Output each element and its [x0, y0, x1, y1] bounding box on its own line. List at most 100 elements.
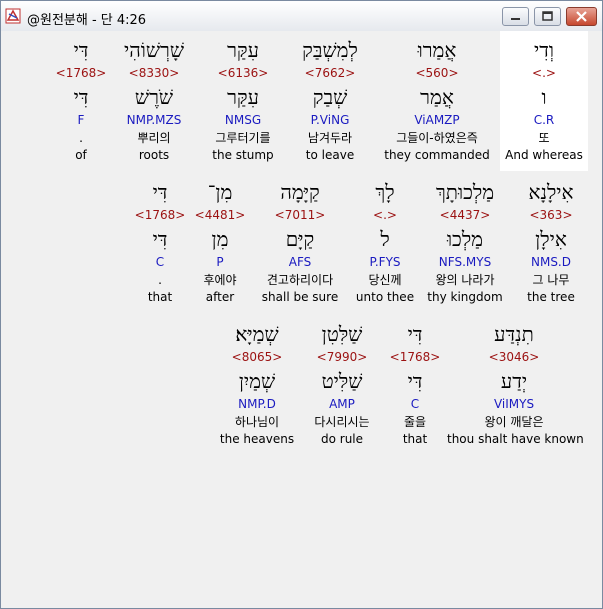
maximize-icon [542, 11, 553, 21]
hebrew-word: לְמִשְׁבַּק [302, 38, 358, 62]
hebrew-word: אֲמַרוּ [417, 38, 457, 62]
korean-gloss: 남겨두라 [307, 131, 353, 145]
strong-number: <.> [532, 66, 556, 80]
parsing-code: F [77, 113, 85, 127]
korean-gloss: . [158, 273, 162, 287]
english-gloss: shall be sure [261, 290, 339, 304]
english-gloss: that [147, 290, 173, 304]
lexical-form: דִּי [152, 227, 168, 251]
english-gloss: that [402, 432, 428, 446]
hebrew-word: דִּי [73, 38, 89, 62]
korean-gloss: 그들이-하였은즉 [396, 131, 478, 145]
verse-analysis-area: וְדִי <.> ו C.R 또 And whereas אֲמַרוּ <5… [2, 31, 602, 608]
korean-gloss: 하나님이 [234, 415, 280, 429]
hebrew-word: תִנְדַּע [494, 322, 534, 346]
word-cell[interactable]: עִקַּר <6136> עִקַּר NMSG 그루터기를 the stum… [202, 38, 284, 162]
word-cell[interactable]: לָךְ <.> ל P.FYS 당신께 unto thee [352, 180, 418, 304]
parsing-code: NMSG [224, 113, 262, 127]
hebrew-word: שְׁמַיָּא׃ [235, 322, 279, 346]
english-gloss: the tree [527, 290, 575, 304]
parsing-code: ViAMZP [414, 113, 460, 127]
word-cell[interactable]: שָׁרְשׁוֹהִי <8330> שֹׁרֶשׁ NMP.MZS 뿌리의 … [114, 38, 194, 162]
strong-number: <7011> [274, 208, 326, 222]
korean-gloss: 그루터기를 [215, 131, 271, 145]
word-cell[interactable]: דִּי <1768> דִּי C . that [134, 180, 186, 304]
english-gloss: to leave [305, 148, 355, 162]
lexical-form: יְדַע [500, 369, 528, 393]
korean-gloss: . [79, 131, 83, 145]
hebrew-word: קַיָּמָה [280, 180, 320, 204]
hebrew-word: עִקַּר [227, 38, 259, 62]
word-cell[interactable]: שַׁלִּטִן <7990> שַׁלִּיט AMP 다시리시는 do r… [300, 322, 384, 446]
lexical-form: שֹׁרֶשׁ [134, 85, 174, 109]
minimize-icon [511, 18, 520, 20]
parsing-code: NMP.D [238, 397, 276, 411]
english-gloss: unto thee [355, 290, 415, 304]
english-gloss: the stump [212, 148, 274, 162]
close-button[interactable] [566, 7, 597, 26]
parsing-code: C [155, 255, 165, 269]
lexical-form: שְׁבַק [312, 85, 348, 109]
korean-gloss: 줄을 [403, 415, 427, 429]
lexical-form: אֲמַר [420, 85, 454, 109]
korean-gloss: 그 나무 [532, 273, 570, 287]
parsing-code: P [216, 255, 224, 269]
title-bar[interactable]: @원전분해 - 단 4:26 [1, 1, 602, 31]
minimize-button[interactable] [502, 7, 529, 26]
strong-number: <7990> [316, 350, 368, 364]
korean-gloss: 당신께 [368, 273, 402, 287]
parsing-code: NMP.MZS [126, 113, 182, 127]
word-cell[interactable]: מִן־ <4481> מִן P 후에야 after [192, 180, 248, 304]
english-gloss: of [75, 148, 87, 162]
lexical-form: קַיָּם [285, 227, 315, 251]
korean-gloss: 뿌리의 [137, 131, 171, 145]
window-title: @원전분해 - 단 4:26 [27, 13, 147, 28]
korean-gloss: 견고하리이다 [266, 273, 334, 287]
strong-number: <1768> [134, 208, 186, 222]
parsing-code: C.R [533, 113, 555, 127]
parsing-code: AMP [329, 397, 355, 411]
lexical-form: שַׁלִּיט [321, 369, 363, 393]
strong-number: <560> [415, 66, 459, 80]
word-cell[interactable]: תִנְדַּע <3046> יְדַע ViIMYS 왕이 깨달은 thou… [447, 322, 584, 446]
app-window: @원전분해 - 단 4:26 וְדִי <.> ו C.R 또 And whe… [0, 0, 603, 609]
english-gloss: they commanded [384, 148, 490, 162]
word-cell[interactable]: קַיָּמָה <7011> קַיָּם AFS 견고하리이다 shall … [252, 180, 348, 304]
lexical-form: דִּי [407, 369, 423, 393]
hebrew-word: מִן־ [207, 180, 233, 204]
lexical-form: מַלְכוּ [446, 227, 484, 251]
hebrew-word: מַלְכוּתָךְ [435, 180, 495, 204]
word-cell[interactable]: דִּי <1768> דִּי F . of [54, 38, 108, 162]
hebrew-word: שָׁרְשׁוֹהִי [123, 38, 184, 62]
strong-number: <3046> [488, 350, 540, 364]
lexical-form: ו [541, 85, 547, 109]
lexical-form: אִילָן [535, 227, 567, 251]
word-cell[interactable]: דִּי <1768> דִּי C 줄을 that [388, 322, 442, 446]
strong-number: <4437> [439, 208, 491, 222]
parsing-code: P.FYS [369, 255, 401, 269]
hebrew-word: דִּי [407, 322, 423, 346]
lexical-form: דִּי [73, 85, 89, 109]
lexical-form: ל [380, 227, 390, 251]
strong-number: <1768> [55, 66, 107, 80]
word-cell[interactable]: לְמִשְׁבַּק <7662> שְׁבַק P.ViNG 남겨두라 to… [290, 38, 370, 162]
strong-number: <6136> [217, 66, 269, 80]
korean-gloss: 또 [538, 131, 550, 145]
maximize-button[interactable] [534, 7, 561, 26]
strong-number: <7662> [304, 66, 356, 80]
hebrew-word: לָךְ [375, 180, 395, 204]
word-cell[interactable]: אֲמַרוּ <560> אֲמַר ViAMZP 그들이-하였은즉 they… [382, 38, 492, 162]
word-cell[interactable]: אִילָנָא <363> אִילָן NMS.D 그 나무 the tre… [515, 180, 587, 304]
word-cell[interactable]: שְׁמַיָּא׃ <8065> שְׁמַיִן NMP.D 하나님이 th… [218, 322, 296, 446]
english-gloss: thy kingdom [427, 290, 503, 304]
lexical-form: שְׁמַיִן [238, 369, 276, 393]
word-cell[interactable]: מַלְכוּתָךְ <4437> מַלְכוּ NFS.MYS 왕의 나라… [420, 180, 510, 304]
word-cell[interactable]: וְדִי <.> ו C.R 또 And whereas [504, 38, 584, 162]
hebrew-word: וְדִי [534, 38, 554, 62]
strong-number: <8065> [231, 350, 283, 364]
english-gloss: thou shalt have known [447, 432, 584, 446]
hebrew-word: אִילָנָא [528, 180, 574, 204]
close-icon [576, 11, 587, 22]
strong-number: <1768> [389, 350, 441, 364]
english-gloss: after [205, 290, 235, 304]
